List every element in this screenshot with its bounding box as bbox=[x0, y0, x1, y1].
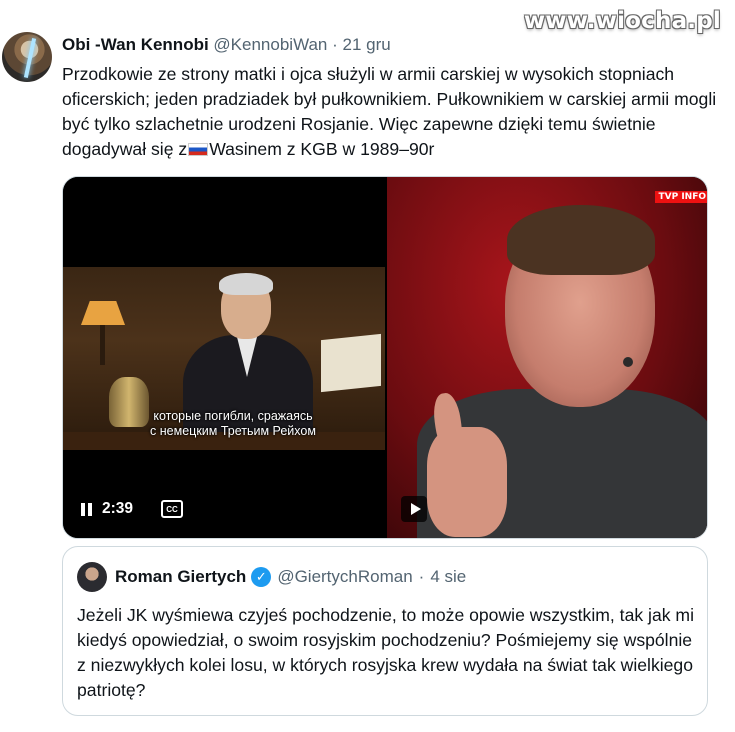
subtitle-line-1: которые погибли, сражаясь bbox=[153, 409, 313, 423]
separator-dot: · bbox=[418, 567, 425, 586]
tweet-text: Przodkowie ze strony matki i ojca służyl… bbox=[62, 62, 722, 162]
lamp-graphic bbox=[81, 301, 125, 325]
author-handle[interactable]: @KennobiWan bbox=[213, 35, 327, 54]
video-controls: 2:39 CC bbox=[81, 500, 184, 518]
closed-captions-icon[interactable]: CC bbox=[161, 500, 184, 518]
headset-microphone bbox=[623, 357, 633, 367]
russian-flag-icon bbox=[188, 143, 209, 156]
separator-dot: · bbox=[332, 35, 338, 54]
video-subtitle: которые погибли, сражаясь с немецким Тре… bbox=[133, 409, 333, 439]
quoted-tweet[interactable]: Roman Giertych ✓ @GiertychRoman · 4 sie … bbox=[62, 546, 708, 716]
quoted-avatar[interactable] bbox=[77, 562, 107, 592]
tweet-header: Obi -Wan Kennobi @KennobiWan · 21 gru bbox=[62, 35, 391, 55]
tweet-date[interactable]: 21 gru bbox=[343, 35, 391, 54]
quoted-author-handle[interactable]: @GiertychRoman bbox=[277, 567, 412, 587]
play-button[interactable] bbox=[401, 496, 427, 522]
video-player-right[interactable]: TVP INFO bbox=[387, 177, 707, 538]
subtitle-line-2: с немецким Третьим Рейхом bbox=[150, 424, 316, 438]
tweet-text-part2: Wasinem z KGB w 1989–90r bbox=[209, 139, 435, 159]
lamp-stem bbox=[100, 325, 105, 365]
video-time: 2:39 bbox=[102, 500, 134, 517]
quoted-tweet-header: Roman Giertych ✓ @GiertychRoman · 4 sie bbox=[115, 567, 466, 587]
man-hair bbox=[507, 205, 655, 275]
quoted-tweet-date[interactable]: 4 sie bbox=[430, 567, 466, 587]
media-grid: которые погибли, сражаясь с немецким Тре… bbox=[62, 176, 708, 539]
play-icon bbox=[410, 503, 421, 515]
lightsaber-graphic bbox=[23, 38, 37, 78]
hand bbox=[427, 427, 507, 537]
avatar[interactable] bbox=[2, 32, 52, 82]
video-player-left[interactable]: которые погибли, сражаясь с немецким Тре… bbox=[63, 177, 385, 538]
channel-logo: TVP INFO bbox=[655, 191, 707, 203]
pause-icon[interactable] bbox=[81, 502, 92, 516]
verified-badge-icon: ✓ bbox=[251, 567, 272, 587]
sheet-music-graphic bbox=[321, 333, 381, 393]
author-name[interactable]: Obi -Wan Kennobi bbox=[62, 35, 209, 54]
watermark: www.wiocha.pl bbox=[523, 8, 721, 34]
speaker-hair bbox=[219, 273, 273, 295]
video-frame: которые погибли, сражаясь с немецким Тре… bbox=[63, 267, 385, 450]
quoted-author-name[interactable]: Roman Giertych bbox=[115, 567, 246, 587]
quoted-tweet-text: Jeżeli JK wyśmiewa czyjeś pochodzenie, t… bbox=[77, 605, 694, 700]
